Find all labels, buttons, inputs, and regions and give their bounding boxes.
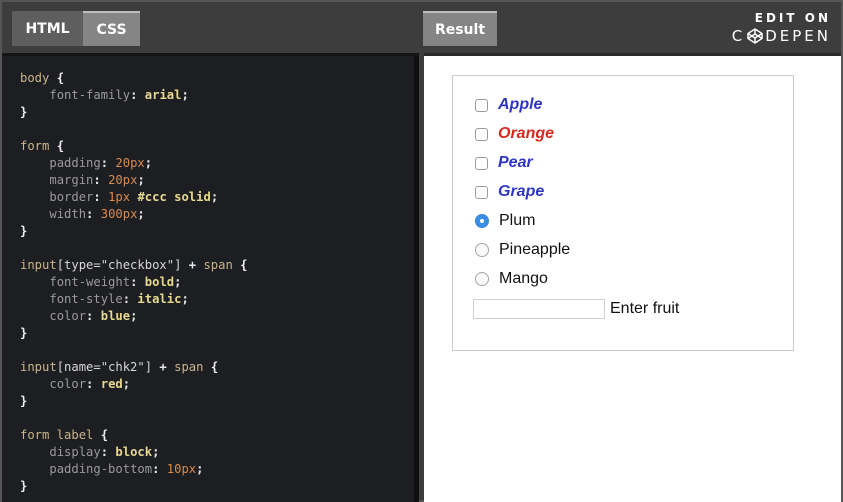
value: italic: [137, 292, 182, 306]
value: 1px: [108, 190, 131, 204]
tab-css[interactable]: CSS: [83, 11, 140, 46]
radio-plum[interactable]: [475, 214, 489, 228]
checkbox-label: Orange: [498, 125, 555, 142]
selector-attr: [name="chk2"]: [56, 360, 153, 374]
codepen-wordmark: C DEPEN: [732, 26, 831, 46]
codepen-logo-icon: [747, 28, 763, 44]
radio-row-plum[interactable]: Plum: [475, 211, 535, 231]
checkbox-apple[interactable]: [475, 98, 488, 112]
radio-row-mango[interactable]: Mango: [475, 269, 548, 289]
selector: body: [20, 71, 50, 85]
selector: input: [20, 360, 57, 374]
value: 300px: [100, 207, 138, 221]
property: border: [49, 190, 94, 204]
value: red: [100, 377, 123, 391]
value: 10px: [166, 462, 197, 476]
pane-divider[interactable]: [414, 56, 419, 502]
property: color: [49, 377, 87, 391]
checkbox-label: Grape: [498, 183, 545, 200]
radio-label: Pineapple: [499, 241, 571, 258]
property: width: [49, 207, 87, 221]
tab-result[interactable]: Result: [423, 11, 497, 46]
value: 20px: [108, 173, 138, 187]
selector-attr: [type="checkbox"]: [56, 258, 182, 272]
selector: span: [203, 258, 233, 272]
checkbox-row-grape[interactable]: Grape: [475, 182, 544, 202]
embed-header: HTML CSS Result EDIT ON C DEPEN: [2, 2, 841, 53]
checkbox-label: Apple: [498, 96, 543, 113]
result-pane: Apple Orange Pear Grape Plum Pineapple M…: [424, 53, 841, 502]
value: arial: [144, 88, 182, 102]
radio-label: Mango: [499, 270, 548, 287]
radio-row-pineapple[interactable]: Pineapple: [475, 240, 570, 260]
checkbox-grape[interactable]: [475, 185, 488, 199]
checkbox-pear[interactable]: [475, 156, 488, 170]
edit-on-codepen-link[interactable]: EDIT ON C DEPEN: [732, 10, 831, 46]
checkbox-label: Pear: [498, 154, 533, 171]
radio-pineapple[interactable]: [475, 243, 489, 257]
codepen-wordmark-prefix: C: [731, 27, 746, 45]
fruit-form: Apple Orange Pear Grape Plum Pineapple M…: [452, 75, 794, 351]
radio-mango[interactable]: [475, 272, 489, 286]
property: display: [49, 445, 101, 459]
checkbox-row-pear[interactable]: Pear: [475, 153, 533, 173]
property: padding-bottom: [49, 462, 153, 476]
selector: form: [20, 139, 50, 153]
property: margin: [49, 173, 94, 187]
property: color: [49, 309, 87, 323]
property: font-family: [49, 88, 131, 102]
tab-html[interactable]: HTML: [12, 11, 83, 46]
property: font-style: [49, 292, 123, 306]
fruit-text-input[interactable]: [473, 299, 605, 319]
selector: span: [174, 360, 204, 374]
fruit-text-row: Enter fruit: [473, 299, 679, 319]
checkbox-row-apple[interactable]: Apple: [475, 95, 542, 115]
edit-on-label: EDIT ON: [754, 11, 831, 25]
value: block: [115, 445, 153, 459]
property: padding: [49, 156, 101, 170]
value: 20px: [115, 156, 145, 170]
codepen-embed: HTML CSS Result EDIT ON C DEPEN body {f…: [0, 0, 843, 502]
value: #ccc solid: [137, 190, 211, 204]
selector: input: [20, 258, 57, 272]
checkbox-orange[interactable]: [475, 127, 488, 141]
value: blue: [100, 309, 131, 323]
css-code: body { font-family: arial; } form { padd…: [20, 71, 248, 493]
selector: form label: [20, 428, 94, 442]
checkbox-row-orange[interactable]: Orange: [475, 124, 554, 144]
radio-label: Plum: [499, 212, 536, 229]
property: font-weight: [49, 275, 131, 289]
fruit-text-label: Enter fruit: [610, 300, 680, 317]
css-code-pane[interactable]: body { font-family: arial; } form { padd…: [2, 53, 419, 502]
value: bold: [144, 275, 175, 289]
codepen-wordmark-suffix: DEPEN: [765, 27, 831, 45]
